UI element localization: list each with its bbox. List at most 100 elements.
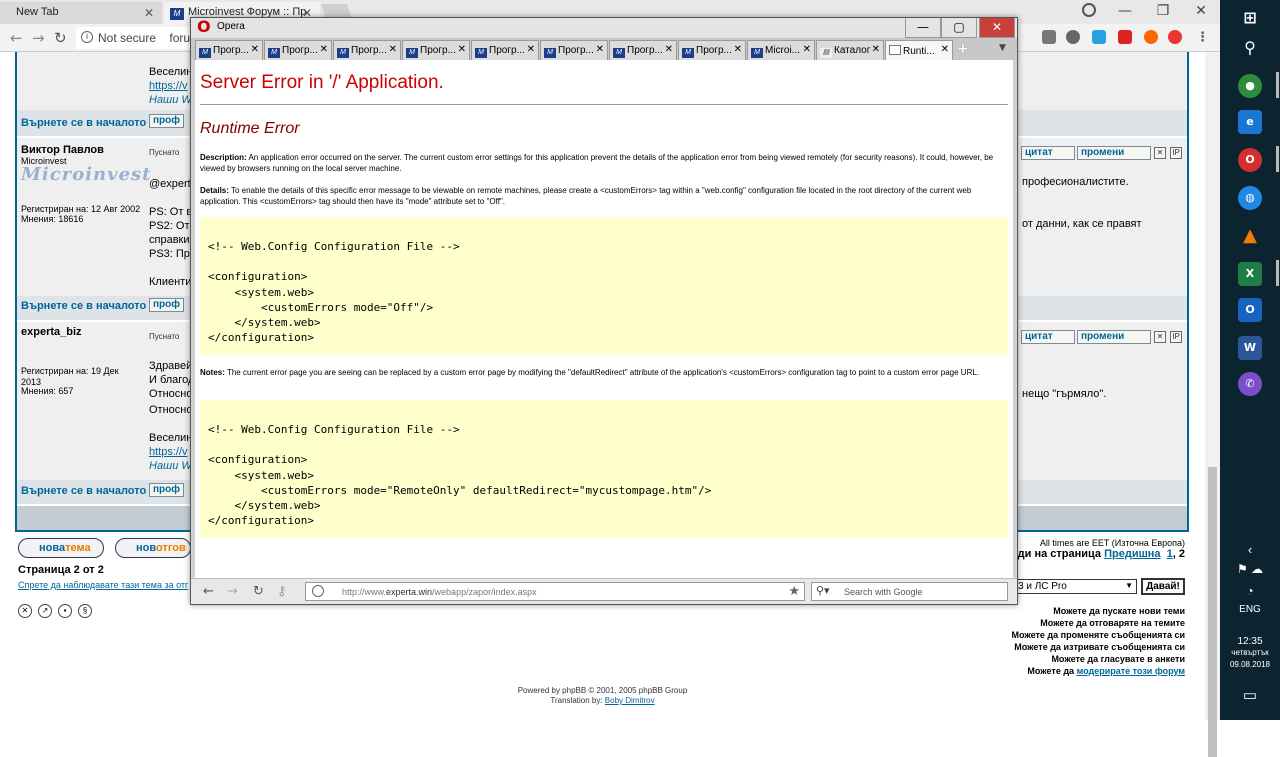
show-hidden-icons-chevron-icon[interactable]: ‹	[1220, 542, 1280, 557]
ip-icon[interactable]: IP	[1170, 331, 1182, 343]
chrome-icon[interactable]: ●	[1238, 74, 1262, 98]
outlook-icon[interactable]: O	[1238, 298, 1262, 322]
extension-c-icon[interactable]	[1168, 30, 1182, 44]
profile-button[interactable]: проф	[149, 114, 185, 128]
extension-pocket-icon[interactable]	[1118, 30, 1132, 44]
opera-icon[interactable]: O	[1238, 148, 1262, 172]
back-to-top-link[interactable]: Върнете се в началото	[21, 300, 146, 312]
post-link[interactable]: https://v	[149, 446, 188, 458]
close-icon[interactable]: ✕	[144, 6, 154, 20]
opera-tab[interactable]: M Прогр... ✕	[195, 40, 263, 60]
tab-list-arrow-icon[interactable]: ▼	[999, 43, 1006, 53]
translator-link[interactable]: Boby Dimitrov	[605, 696, 655, 705]
delete-post-icon[interactable]: ✕	[1154, 331, 1166, 343]
search-icon[interactable]: ⚲	[1238, 36, 1262, 60]
account-icon[interactable]	[1082, 3, 1096, 17]
new-topic-button[interactable]: новатема	[18, 538, 104, 558]
extension-blue-icon[interactable]	[1092, 30, 1106, 44]
extension-gear-icon[interactable]	[1066, 30, 1080, 44]
move-topic-icon[interactable]: ↗	[38, 604, 52, 618]
close-icon[interactable]: ✕	[527, 44, 535, 55]
opera-tab-active[interactable]: Runti... ✕	[885, 40, 953, 60]
opera-url-field[interactable]: http://www.experta.win/webapp/zapor/inde…	[305, 582, 805, 601]
minimize-button[interactable]: —	[1106, 0, 1144, 24]
address-bar[interactable]: i Not secure foru	[76, 27, 206, 49]
opera-search-field[interactable]: ⚲▾ Search with Google	[811, 582, 1008, 601]
vlc-icon[interactable]: ▲	[1238, 224, 1262, 248]
chrome-tab-new-tab[interactable]: New Tab ✕	[0, 2, 162, 24]
post-author[interactable]: experta_biz	[21, 326, 82, 338]
profile-button[interactable]: проф	[149, 298, 185, 312]
edit-button[interactable]: промени	[1077, 330, 1151, 344]
close-icon[interactable]: ✕	[596, 44, 604, 55]
close-icon[interactable]: ✕	[458, 44, 466, 55]
close-icon[interactable]: ✕	[320, 44, 328, 55]
stop-watching-link[interactable]: Спрете да наблюдавате тази тема за отг	[18, 580, 190, 590]
jump-to-forum-select[interactable]: 3 и ЛС Pro ▼	[1014, 579, 1137, 594]
quote-button[interactable]: цитат	[1021, 146, 1075, 160]
close-icon[interactable]: ✕	[734, 44, 742, 55]
opera-tab[interactable]: M Прогр... ✕	[333, 40, 401, 60]
post-link[interactable]: https://v	[149, 80, 188, 92]
forward-arrow-icon[interactable]: →	[32, 29, 45, 47]
jump-go-button[interactable]: Давай!	[1141, 578, 1185, 595]
clock-time[interactable]: 12:35	[1220, 636, 1280, 647]
close-window-button[interactable]: ✕	[1182, 0, 1220, 24]
forward-arrow-icon[interactable]: →	[227, 584, 238, 599]
opera-tab[interactable]: M Прогр... ✕	[609, 40, 677, 60]
word-icon[interactable]: W	[1238, 336, 1262, 360]
opera-tab[interactable]: ▤ Каталог ✕	[816, 40, 884, 60]
page-scrollbar[interactable]	[1205, 52, 1220, 757]
edge-icon[interactable]: e	[1238, 110, 1262, 134]
bookmark-star-icon[interactable]: ★	[788, 583, 800, 599]
restore-button[interactable]: ❐	[1144, 0, 1182, 24]
extension-fire-icon[interactable]	[1144, 30, 1158, 44]
close-icon[interactable]: ✕	[941, 44, 949, 55]
close-icon[interactable]: ✕	[872, 44, 880, 55]
moderate-forum-link[interactable]: модерирате този форум	[1077, 666, 1185, 676]
close-icon[interactable]: ✕	[665, 44, 673, 55]
opera-tab[interactable]: M Прогр... ✕	[264, 40, 332, 60]
quote-button[interactable]: цитат	[1021, 330, 1075, 344]
excel-icon[interactable]: X	[1238, 262, 1262, 286]
delete-post-icon[interactable]: ✕	[1154, 147, 1166, 159]
opera-maximize-button[interactable]: ▢	[941, 18, 977, 38]
ip-icon[interactable]: IP	[1170, 147, 1182, 159]
split-topic-icon[interactable]: §	[78, 604, 92, 618]
back-arrow-icon[interactable]: ←	[10, 29, 23, 47]
lock-topic-icon[interactable]: ✕	[18, 604, 32, 618]
extension-shield-icon[interactable]	[1042, 30, 1056, 44]
tray-icons[interactable]: ⚑ ☁	[1220, 562, 1280, 576]
scrollbar-thumb[interactable]	[1208, 467, 1217, 757]
notifications-icon[interactable]: ▭	[1220, 686, 1280, 704]
input-language[interactable]: ENG	[1220, 604, 1280, 615]
post-author[interactable]: Виктор Павлов	[21, 144, 104, 156]
network-icon[interactable]: ◔	[1220, 584, 1280, 598]
opera-tab[interactable]: M Прогр... ✕	[402, 40, 470, 60]
profile-button[interactable]: проф	[149, 483, 185, 497]
info-icon[interactable]: i	[81, 31, 93, 43]
back-to-top-link[interactable]: Върнете се в началото	[21, 117, 146, 129]
key-icon[interactable]: ⚷	[277, 584, 287, 599]
back-to-top-link[interactable]: Върнете се в началото	[21, 485, 146, 497]
viber-icon[interactable]: ✆	[1238, 372, 1262, 396]
menu-dots-icon[interactable]: ⋮	[1196, 30, 1209, 45]
reload-icon[interactable]: ↻	[253, 584, 264, 599]
new-reply-button[interactable]: новотгов	[115, 538, 191, 558]
opera-tab[interactable]: M Microi... ✕	[747, 40, 815, 60]
close-icon[interactable]: ✕	[389, 44, 397, 55]
lock-icon[interactable]: ▪	[58, 604, 72, 618]
close-icon[interactable]: ✕	[251, 44, 259, 55]
globe-app-icon[interactable]: ◍	[1238, 186, 1262, 210]
opera-tab[interactable]: M Прогр... ✕	[471, 40, 539, 60]
windows-start-icon[interactable]: ⊞	[1238, 6, 1262, 30]
reload-icon[interactable]: ↻	[54, 29, 67, 47]
opera-close-button[interactable]: ✕	[979, 18, 1015, 38]
opera-tab[interactable]: M Прогр... ✕	[540, 40, 608, 60]
edit-button[interactable]: промени	[1077, 146, 1151, 160]
new-tab-plus-icon[interactable]: +	[957, 41, 969, 57]
close-icon[interactable]: ✕	[803, 44, 811, 55]
opera-minimize-button[interactable]: —	[905, 18, 941, 38]
opera-tab[interactable]: M Прогр... ✕	[678, 40, 746, 60]
back-arrow-icon[interactable]: ←	[203, 584, 214, 599]
